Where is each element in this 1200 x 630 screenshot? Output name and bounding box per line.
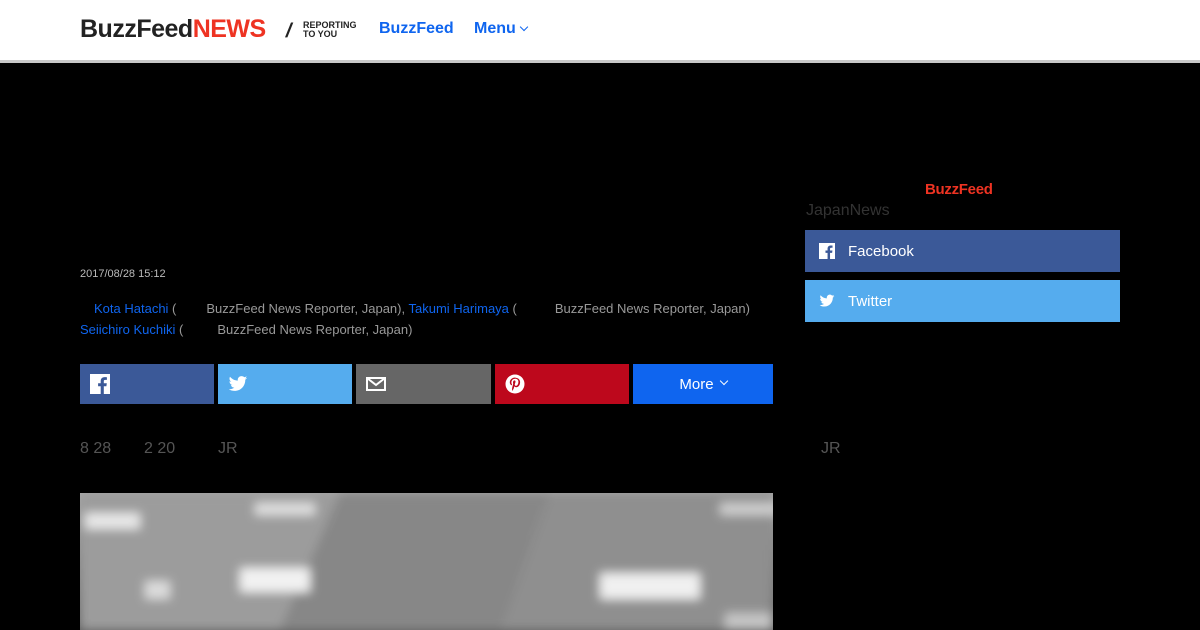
author-link-2[interactable]: Takumi Harimaya: [409, 301, 509, 316]
buzzfeed-news-logo[interactable]: BuzzFeed NEWS / REPORTING TO YOU: [80, 14, 357, 44]
site-header: BuzzFeed NEWS / REPORTING TO YOU BuzzFeed…: [0, 0, 1200, 63]
share-more-button[interactable]: More: [633, 364, 773, 404]
article-hero-image: [80, 493, 773, 630]
chevron-down-icon: [519, 22, 529, 32]
email-icon: [366, 377, 386, 391]
facebook-icon: [819, 243, 835, 259]
sidebar-facebook-label: Facebook: [848, 242, 914, 260]
article-byline: Kota Hatachi (BuzzFeed News Reporter, Ja…: [80, 301, 750, 337]
twitter-icon: [819, 294, 835, 307]
intro-fragment: 8 28: [80, 440, 112, 457]
share-more-label: More: [679, 375, 714, 393]
facebook-icon: [90, 374, 110, 394]
nav-buzzfeed-link[interactable]: BuzzFeed: [379, 20, 454, 38]
sidebar-buzzfeed-logo[interactable]: BuzzFeed: [925, 181, 993, 198]
sidebar-label: JapanNews: [806, 202, 890, 219]
author-role-1: BuzzFeed News Reporter, Japan: [206, 301, 398, 316]
author-link-1[interactable]: Kota Hatachi: [94, 301, 168, 316]
sidebar-facebook-button[interactable]: Facebook: [805, 230, 1120, 272]
logo-tagline: REPORTING TO YOU: [303, 20, 357, 39]
intro-fragment: 2 20: [144, 440, 176, 457]
sidebar-text-fragment: JR: [821, 440, 841, 457]
author-role-2: BuzzFeed News Reporter, Japan: [554, 301, 746, 316]
share-email-button[interactable]: [356, 364, 491, 404]
sidebar-twitter-label: Twitter: [848, 292, 893, 310]
nav-menu-label: Menu: [474, 20, 516, 37]
share-pinterest-button[interactable]: [495, 364, 629, 404]
twitter-icon: [228, 376, 248, 391]
logo-slash: /: [283, 20, 295, 42]
share-facebook-button[interactable]: [80, 364, 214, 404]
intro-fragment: JR: [218, 440, 238, 457]
logo-news-text: NEWS: [192, 15, 267, 43]
article-date: 2017/08/28 15:12: [80, 268, 166, 280]
pinterest-icon: [505, 374, 525, 394]
chevron-down-icon: [719, 376, 728, 386]
author-link-3[interactable]: Seiichiro Kuchiki: [80, 322, 175, 337]
sidebar-twitter-button[interactable]: Twitter: [805, 280, 1120, 322]
share-twitter-button[interactable]: [218, 364, 352, 404]
nav-menu-button[interactable]: Menu: [474, 20, 529, 38]
author-role-3: BuzzFeed News Reporter, Japan: [217, 322, 409, 337]
logo-buzzfeed-text: BuzzFeed: [80, 15, 193, 43]
hero-image-drawing: [80, 493, 773, 630]
